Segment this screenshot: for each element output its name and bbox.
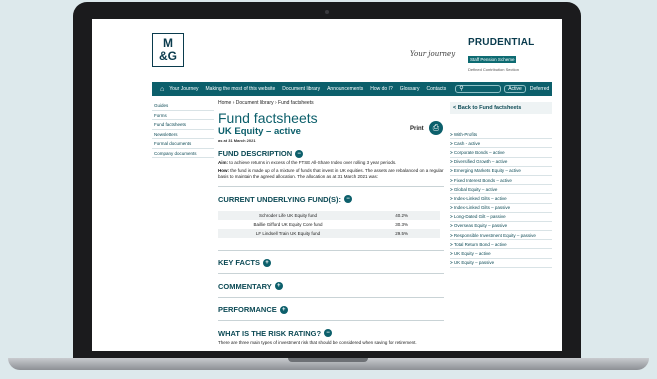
mg-logo[interactable]: M &G [152, 33, 184, 67]
fund-link[interactable]: Responsible Investment Equity – passive [450, 231, 552, 241]
sidebar-item-company-documents[interactable]: Company documents [152, 149, 214, 158]
fund-name: Baillie Gifford UK Equity Core fund [253, 221, 323, 227]
table-row: Baillie Gifford UK Equity Core fund 30.3… [218, 220, 440, 229]
fund-link[interactable]: Global Equity – active [450, 185, 552, 195]
fund-link[interactable]: Emerging Markets Equity – active [450, 167, 552, 176]
active-button[interactable]: Active [504, 85, 526, 93]
expand-icon[interactable]: + [274, 282, 283, 290]
aim-label: Aim: [218, 160, 228, 165]
how-label: How: [218, 168, 229, 173]
nav-how-do-i[interactable]: How do I? [370, 86, 393, 92]
collapse-icon[interactable]: − [295, 149, 304, 158]
fund-link[interactable]: Overseas Equity – passive [450, 222, 552, 232]
how-text: the fund is made up of a mixture of fund… [218, 168, 444, 179]
nav-making-most[interactable]: Making the most of this website [206, 86, 276, 92]
table-row: Schroder Life UK Equity fund 40.2% [218, 210, 440, 220]
prudential-brand: PRUDENTIAL Staff Pension Scheme Defined … [468, 37, 543, 72]
nav-contacts[interactable]: Contacts [426, 86, 446, 92]
fund-description-heading[interactable]: FUND DESCRIPTION − [218, 149, 444, 158]
aim-text: to achieve returns in excess of the FTSE… [229, 160, 397, 165]
fund-link[interactable]: UK Equity – passive [450, 259, 552, 268]
breadcrumb[interactable]: Home › Document library › Fund factsheet… [218, 100, 444, 106]
as-at-date: as at 31 March 2021 [218, 138, 256, 143]
divider [218, 296, 444, 297]
how-paragraph: How: the fund is made up of a mixture of… [218, 168, 444, 180]
fund-link[interactable]: Corporate Bonds – active [450, 148, 552, 158]
divider [218, 186, 444, 187]
fund-link[interactable]: With-Profits [450, 130, 552, 140]
brand-subtitle-2: Defined Contribution Section [468, 67, 519, 72]
expand-icon[interactable]: + [262, 258, 271, 267]
aim-paragraph: Aim: to achieve returns in excess of the… [218, 160, 444, 166]
fund-link[interactable]: Fixed Interest Bonds – active [450, 176, 552, 186]
nav-document-library[interactable]: Document library [282, 86, 320, 92]
tagline: Your journey [410, 50, 456, 58]
fund-percent: 29.5% [395, 230, 408, 236]
laptop-notch [288, 358, 368, 362]
fund-link[interactable]: UK Equity – active [450, 249, 552, 259]
risk-rating-heading[interactable]: WHAT IS THE RISK RATING? − [218, 329, 444, 338]
sidebar-item-formal-documents[interactable]: Formal documents [152, 139, 214, 149]
fund-percent: 40.2% [395, 212, 408, 218]
search-input[interactable]: ⚲ [455, 85, 502, 93]
fund-links-list: With-Profits Cash - active Corporate Bon… [450, 130, 552, 268]
fund-link[interactable]: Total Return Bond – active [450, 240, 552, 250]
logo-text-bottom: &G [159, 49, 177, 63]
nav-your-journey[interactable]: Your Journey [169, 86, 198, 92]
divider [218, 320, 444, 321]
risk-text: There are three main types of investment… [218, 339, 417, 345]
right-sidebar: < Back to Fund factsheets With-Profits C… [450, 102, 552, 268]
back-to-factsheets-link[interactable]: < Back to Fund factsheets [450, 102, 552, 114]
fund-link[interactable]: Cash - active [450, 139, 552, 149]
divider [218, 249, 444, 250]
table-row: LF Lindsell Train UK Equity fund 29.5% [218, 228, 440, 238]
camera-dot [325, 10, 329, 14]
main-nav: ⌂ Your Journey Making the most of this w… [152, 82, 552, 96]
home-icon[interactable]: ⌂ [160, 86, 164, 93]
left-sidebar: Guides Forms Fund factsheets Newsletters… [152, 101, 214, 158]
sidebar-item-forms[interactable]: Forms [152, 111, 214, 120]
fund-name: Schroder Life UK Equity fund [258, 212, 318, 218]
nav-announcements[interactable]: Announcements [327, 86, 363, 92]
divider [218, 273, 444, 274]
performance-heading[interactable]: PERFORMANCE + [218, 305, 444, 314]
fund-link[interactable]: Index-Linked Gilts – passive [450, 204, 552, 213]
fund-link[interactable]: Diversified Growth – active [450, 158, 552, 167]
deferred-button[interactable]: Deferred [530, 86, 549, 92]
fund-link[interactable]: Index-Linked Gilts – active [450, 194, 552, 204]
underlying-funds-heading[interactable]: CURRENT UNDERLYING FUND(S): − [218, 195, 444, 204]
section-title: PERFORMANCE [218, 305, 277, 314]
commentary-heading[interactable]: COMMENTARY + [218, 282, 444, 291]
sidebar-item-fund-factsheets[interactable]: Fund factsheets [152, 120, 214, 130]
section-title: CURRENT UNDERLYING FUND(S): [218, 194, 342, 204]
search-icon: ⚲ [459, 86, 464, 92]
nav-glossary[interactable]: Glossary [400, 86, 420, 92]
section-title: WHAT IS THE RISK RATING? [218, 328, 322, 338]
section-title: FUND DESCRIPTION [218, 149, 293, 158]
page-title: Fund factsheets [218, 110, 318, 126]
fund-name: LF Lindsell Train UK Equity fund [255, 230, 321, 236]
section-title: KEY FACTS [218, 258, 260, 267]
sidebar-item-newsletters[interactable]: Newsletters [152, 130, 214, 139]
section-title: COMMENTARY [218, 281, 272, 291]
expand-icon[interactable]: + [279, 305, 288, 314]
collapse-icon[interactable]: − [344, 195, 353, 203]
brand-subtitle: Staff Pension Scheme [468, 56, 517, 63]
printer-icon[interactable]: ⎙ [429, 121, 443, 135]
collapse-icon[interactable]: − [324, 329, 333, 337]
underlying-funds-table: Schroder Life UK Equity fund 40.2% Baill… [218, 210, 440, 238]
browser-screen: M &G Your journey PRUDENTIAL Staff Pensi… [92, 19, 562, 351]
main-content: Home › Document library › Fund factsheet… [218, 100, 444, 346]
fund-percent: 30.3% [395, 221, 408, 227]
print-label[interactable]: Print [410, 126, 424, 132]
brand-name: PRUDENTIAL [468, 37, 535, 48]
key-facts-heading[interactable]: KEY FACTS + [218, 258, 444, 267]
sidebar-item-guides[interactable]: Guides [152, 101, 214, 111]
fund-link[interactable]: Long-Dated Gilt – passive [450, 213, 552, 222]
